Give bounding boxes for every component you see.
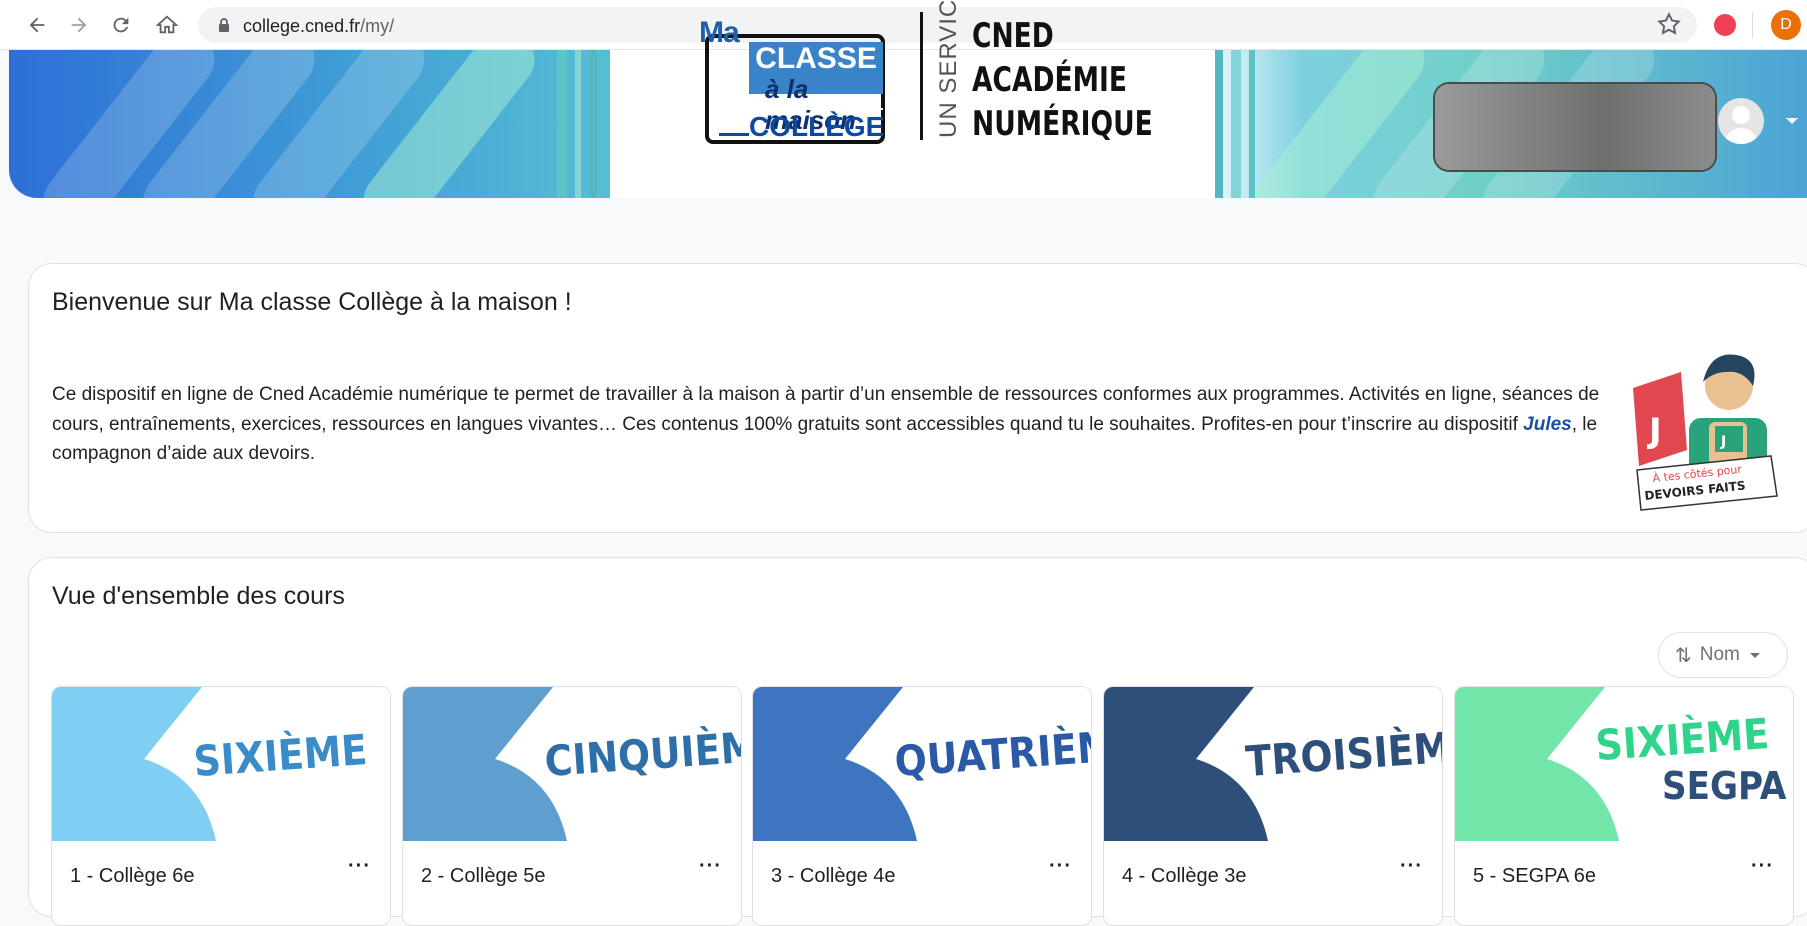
redacted-username[interactable] (1435, 84, 1715, 170)
welcome-text: Ce dispositif en ligne de Cned Académie … (52, 380, 1612, 469)
logo-underline (719, 133, 749, 136)
chevron-down-icon[interactable] (1786, 118, 1798, 124)
lock-icon (219, 18, 229, 32)
browser-toolbar: college.cned.fr/my/ D (0, 0, 1807, 50)
course-card[interactable]: CINQUIÈM 2 - Collège 5e ··· (402, 686, 742, 926)
course-image[interactable]: TROISIÈM (1104, 687, 1442, 841)
course-actions-menu-icon[interactable]: ··· (348, 855, 371, 878)
banner-bar (557, 50, 567, 198)
sort-icon: ⇅ (1675, 644, 1692, 667)
course-card[interactable]: TROISIÈM 4 - Collège 3e ··· (1103, 686, 1443, 926)
home-icon[interactable] (152, 10, 182, 40)
logo-college: COLLÈGE (749, 108, 884, 142)
jules-badge-letter: J (1647, 411, 1662, 451)
logo-frame: CLASSE à la maison COLLÈGE (705, 34, 885, 144)
url-host: college.cned.fr (243, 16, 361, 36)
url-path: /my/ (360, 16, 395, 36)
course-actions-menu-icon[interactable]: ··· (1049, 855, 1072, 878)
profile-avatar[interactable]: D (1771, 10, 1801, 40)
sort-label: Nom (1699, 644, 1740, 665)
cned-line2: ACADÉMIE (972, 60, 1128, 100)
cned-logo-text: CNED ACADÉMIE NUMÉRIQUE (972, 14, 1153, 146)
reload-icon[interactable] (106, 10, 136, 40)
course-actions-menu-icon[interactable]: ··· (1751, 855, 1774, 878)
banner-bar (575, 50, 581, 198)
jules-link[interactable]: Jules (1523, 414, 1572, 435)
course-title-link[interactable]: 4 - Collège 3e (1122, 865, 1247, 888)
course-card[interactable]: SIXIÈME SEGPA 5 - SEGPA 6e ··· (1454, 686, 1794, 926)
ma-classe-logo: CLASSE à la maison COLLÈGE Ma (697, 16, 889, 146)
course-card[interactable]: QUATRIÈM 3 - Collège 4e ··· (752, 686, 1092, 926)
course-title-link[interactable]: 2 - Collège 5e (421, 865, 546, 888)
chevron-down-icon (1749, 652, 1760, 658)
course-image[interactable]: SIXIÈME (52, 687, 390, 841)
logo-ma: Ma (699, 16, 740, 49)
pocket-icon[interactable] (1714, 14, 1736, 36)
welcome-card: Bienvenue sur Ma classe Collège à la mai… (28, 263, 1807, 533)
jules-shirt-letter: J (1720, 434, 1726, 450)
course-actions-menu-icon[interactable]: ··· (1400, 855, 1423, 878)
forward-icon[interactable] (64, 10, 94, 40)
course-image[interactable]: SIXIÈME SEGPA (1455, 687, 1793, 841)
course-banner-subtext: SEGPA (1662, 763, 1786, 808)
banner-bar (1231, 50, 1241, 198)
url-text: college.cned.fr/my/ (243, 16, 394, 37)
back-icon[interactable] (22, 10, 52, 40)
banner-bar (1215, 50, 1223, 198)
course-actions-menu-icon[interactable]: ··· (699, 855, 722, 878)
cned-line1: CNED (972, 16, 1054, 56)
user-avatar[interactable] (1718, 98, 1764, 144)
course-card[interactable]: SIXIÈME 1 - Collège 6e ··· (51, 686, 391, 926)
course-overview-card: Vue d'ensemble des cours ⇅ Nom SIXIÈME 1 … (28, 557, 1807, 926)
welcome-text-before: Ce dispositif en ligne de Cned Académie … (52, 384, 1600, 435)
course-image[interactable]: CINQUIÈM (403, 687, 741, 841)
jules-illustration[interactable]: J J À tes côtés pour DEVOIRS FAITS (1631, 342, 1781, 512)
star-icon[interactable] (1656, 11, 1682, 37)
sort-dropdown[interactable]: ⇅ Nom (1658, 632, 1788, 678)
toolbar-divider (1752, 12, 1753, 38)
welcome-title: Bienvenue sur Ma classe Collège à la mai… (52, 288, 572, 316)
banner-bar (589, 50, 597, 198)
cned-line3: NUMÉRIQUE (972, 104, 1153, 144)
overview-title: Vue d'ensemble des cours (52, 582, 345, 610)
course-title-link[interactable]: 1 - Collège 6e (70, 865, 195, 888)
course-title-link[interactable]: 3 - Collège 4e (771, 865, 896, 888)
course-image[interactable]: QUATRIÈM (753, 687, 1091, 841)
course-title-link[interactable]: 5 - SEGPA 6e (1473, 865, 1596, 888)
service-label: UN SERVICE (935, 0, 962, 138)
logo-separator (920, 12, 923, 140)
banner-bar (1249, 50, 1255, 198)
